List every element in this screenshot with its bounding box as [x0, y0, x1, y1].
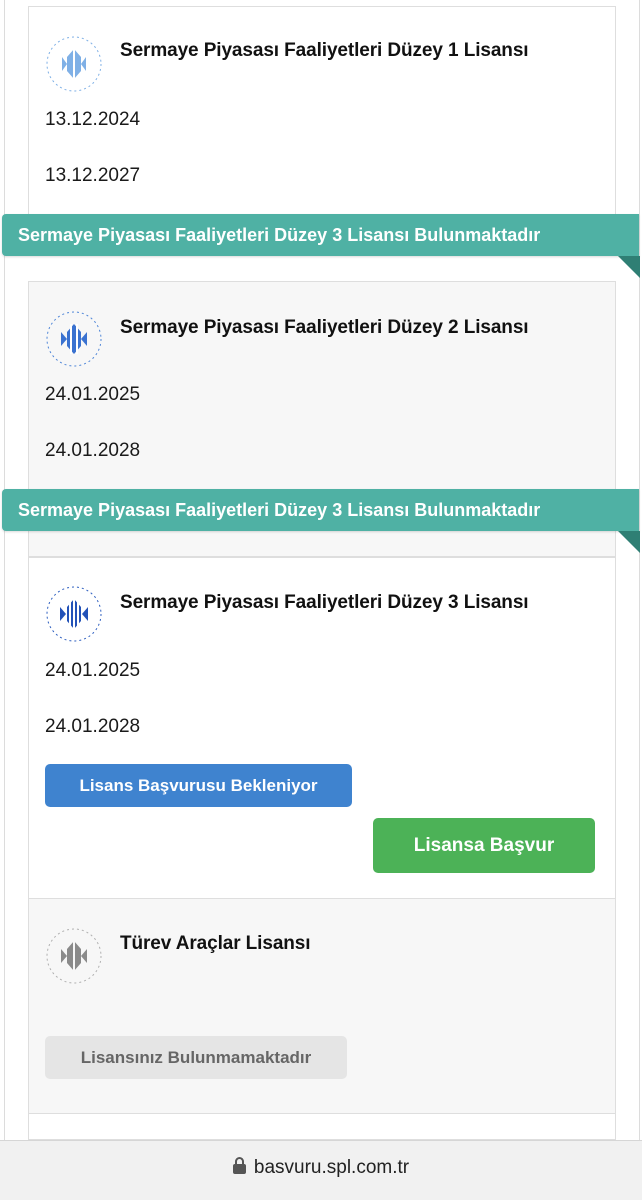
next-card-partial	[28, 1114, 616, 1140]
ribbon-fold	[618, 256, 640, 278]
level-3-status-ribbon: Sermaye Piyasası Faaliyetleri Düzey 3 Li…	[2, 214, 639, 256]
url-text: basvuru.spl.com.tr	[253, 1157, 410, 1178]
browser-address-bar[interactable]: basvuru.spl.com.tr	[0, 1140, 642, 1200]
lock-icon	[232, 1157, 246, 1174]
ribbon-fold	[618, 531, 640, 553]
level-2-logo-icon	[45, 310, 103, 368]
level-3-logo-icon	[45, 585, 103, 643]
license-end-date: 24.01.2028	[45, 440, 141, 461]
license-end-date: 24.01.2028	[45, 716, 141, 737]
license-start-date: 13.12.2024	[45, 109, 141, 130]
license-end-date: 13.12.2027	[45, 165, 141, 186]
license-start-date: 24.01.2025	[45, 660, 141, 681]
license-card-level-3: Sermaye Piyasası Faaliyetleri Düzey 3 Li…	[28, 557, 616, 899]
license-title: Sermaye Piyasası Faaliyetleri Düzey 1 Li…	[120, 40, 529, 61]
level-3-status-ribbon: Sermaye Piyasası Faaliyetleri Düzey 3 Li…	[2, 489, 639, 531]
url-display[interactable]: basvuru.spl.com.tr	[0, 1157, 642, 1179]
no-license-button: Lisansınız Bulunmamaktadır	[45, 1036, 347, 1079]
license-title: Sermaye Piyasası Faaliyetleri Düzey 3 Li…	[120, 592, 529, 613]
license-title: Sermaye Piyasası Faaliyetleri Düzey 2 Li…	[120, 317, 529, 338]
license-card-derivatives: Türev Araçlar Lisansı Lisansınız Bulunma…	[28, 898, 616, 1114]
derivatives-logo-icon	[45, 927, 103, 985]
apply-license-button[interactable]: Lisansa Başvur	[373, 818, 595, 873]
license-title: Türev Araçlar Lisansı	[120, 933, 311, 954]
level-1-logo-icon	[45, 35, 103, 93]
license-pending-button[interactable]: Lisans Başvurusu Bekleniyor	[45, 764, 352, 807]
license-start-date: 24.01.2025	[45, 384, 141, 405]
